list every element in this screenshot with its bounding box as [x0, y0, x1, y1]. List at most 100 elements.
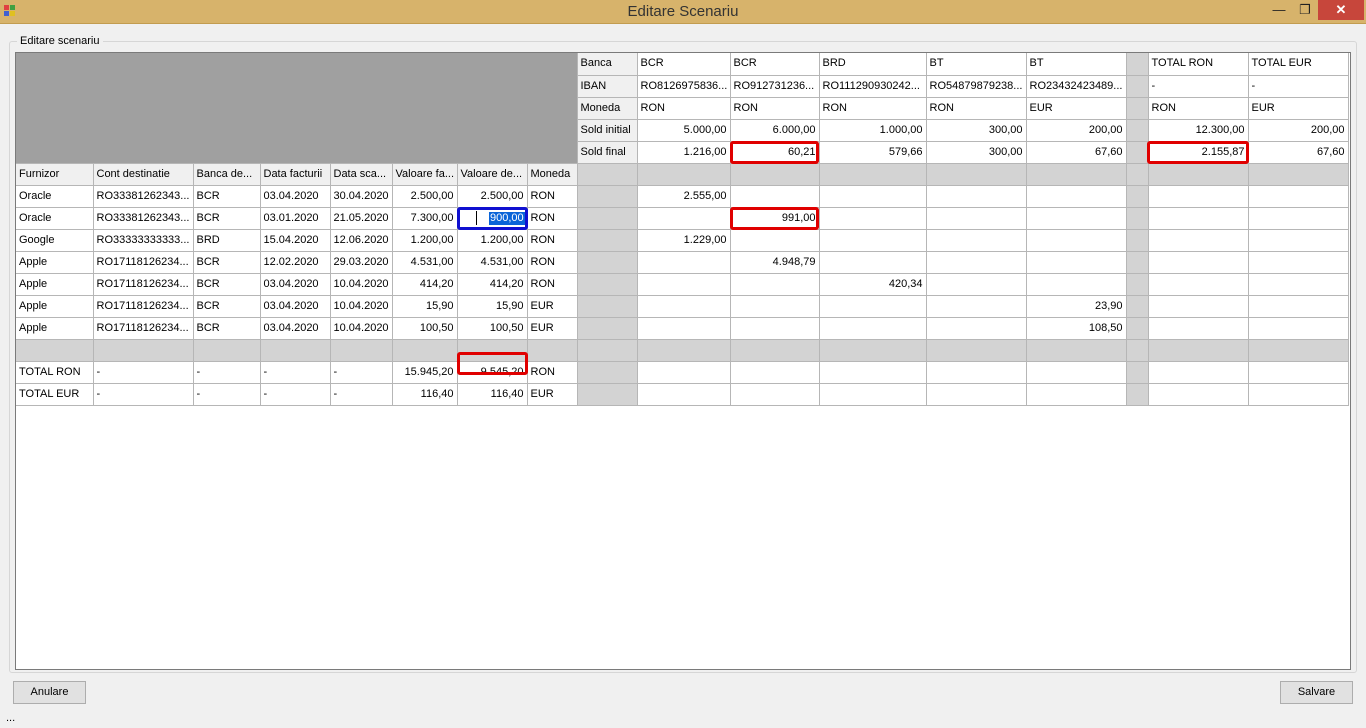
table-cell[interactable]: 2.500,00	[392, 185, 458, 208]
alloc-cell[interactable]	[926, 273, 1027, 296]
minimize-button[interactable]: —	[1266, 0, 1292, 20]
alloc-cell[interactable]: 2.555,00	[637, 185, 731, 208]
alloc-cell[interactable]	[1026, 185, 1127, 208]
alloc-cell[interactable]	[819, 383, 927, 406]
summary-cell[interactable]: -	[1248, 75, 1349, 98]
table-cell[interactable]: -	[330, 383, 393, 406]
alloc-cell[interactable]	[637, 295, 731, 318]
summary-cell[interactable]: 2.155,87	[1148, 141, 1249, 164]
alloc-cell[interactable]	[926, 207, 1027, 230]
alloc-cell[interactable]	[730, 383, 820, 406]
summary-cell[interactable]: 1.216,00	[637, 141, 731, 164]
table-cell[interactable]: -	[93, 361, 194, 384]
alloc-cell[interactable]	[819, 207, 927, 230]
table-cell[interactable]: 116,40	[392, 383, 458, 406]
alloc-cell[interactable]: 4.948,79	[730, 251, 820, 274]
table-cell[interactable]: 15,90	[392, 295, 458, 318]
column-header[interactable]: Data facturii	[260, 163, 331, 186]
alloc-cell[interactable]	[926, 361, 1027, 384]
alloc-cell[interactable]	[926, 185, 1027, 208]
alloc-cell[interactable]	[819, 251, 927, 274]
table-cell[interactable]: Apple	[16, 295, 94, 318]
summary-cell[interactable]: RO111290930242...	[819, 75, 927, 98]
summary-cell[interactable]: RON	[926, 97, 1027, 120]
alloc-cell[interactable]	[637, 317, 731, 340]
alloc-cell[interactable]	[926, 295, 1027, 318]
alloc-cell[interactable]	[730, 361, 820, 384]
table-cell[interactable]: 03.01.2020	[260, 207, 331, 230]
table-cell[interactable]: RO17118126234...	[93, 273, 194, 296]
table-cell[interactable]: EUR	[527, 383, 578, 406]
alloc-cell[interactable]	[1026, 383, 1127, 406]
summary-cell[interactable]: TOTAL RON	[1148, 53, 1249, 76]
table-cell[interactable]: RON	[527, 207, 578, 230]
alloc-cell[interactable]	[1148, 229, 1249, 252]
table-cell[interactable]: Google	[16, 229, 94, 252]
summary-cell[interactable]: 12.300,00	[1148, 119, 1249, 142]
summary-cell[interactable]: 5.000,00	[637, 119, 731, 142]
table-cell[interactable]: -	[260, 383, 331, 406]
alloc-cell[interactable]	[819, 361, 927, 384]
table-cell[interactable]: 03.04.2020	[260, 185, 331, 208]
save-button[interactable]: Salvare	[1280, 681, 1353, 704]
table-cell[interactable]: BCR	[193, 295, 261, 318]
table-cell[interactable]: 1.200,00	[392, 229, 458, 252]
alloc-cell[interactable]	[637, 361, 731, 384]
table-cell[interactable]: EUR	[527, 317, 578, 340]
table-cell[interactable]: RO33381262343...	[93, 185, 194, 208]
table-cell[interactable]: EUR	[527, 295, 578, 318]
column-header[interactable]: Moneda	[527, 163, 578, 186]
alloc-cell[interactable]	[730, 273, 820, 296]
alloc-cell[interactable]: 420,34	[819, 273, 927, 296]
table-cell[interactable]: Oracle	[16, 185, 94, 208]
table-cell[interactable]: 15,90	[457, 295, 528, 318]
column-header[interactable]: Data sca...	[330, 163, 393, 186]
table-cell[interactable]: 29.03.2020	[330, 251, 393, 274]
alloc-cell[interactable]	[819, 295, 927, 318]
summary-cell[interactable]: BT	[1026, 53, 1127, 76]
alloc-cell[interactable]	[1148, 185, 1249, 208]
table-cell[interactable]: TOTAL RON	[16, 361, 94, 384]
alloc-cell[interactable]	[1026, 361, 1127, 384]
alloc-cell[interactable]	[730, 229, 820, 252]
table-cell[interactable]: BCR	[193, 207, 261, 230]
scenario-grid[interactable]: Banca BCR BCR BRD BT BT TOTAL RON TOTAL EUR IBAN…	[15, 52, 1351, 670]
alloc-cell[interactable]	[1248, 229, 1349, 252]
summary-cell[interactable]: BCR	[730, 53, 820, 76]
alloc-cell[interactable]	[1148, 383, 1249, 406]
alloc-cell[interactable]	[1026, 251, 1127, 274]
table-cell[interactable]: Oracle	[16, 207, 94, 230]
table-cell[interactable]: BRD	[193, 229, 261, 252]
summary-cell[interactable]: 60,21	[730, 141, 820, 164]
table-cell[interactable]: 03.04.2020	[260, 317, 331, 340]
column-header[interactable]: Furnizor	[16, 163, 94, 186]
alloc-cell[interactable]	[819, 185, 927, 208]
alloc-cell[interactable]	[1248, 295, 1349, 318]
table-cell[interactable]: 7.300,00	[392, 207, 458, 230]
alloc-cell[interactable]	[637, 383, 731, 406]
maximize-button[interactable]: ❐	[1292, 0, 1318, 20]
summary-cell[interactable]: EUR	[1026, 97, 1127, 120]
summary-cell[interactable]: 579,66	[819, 141, 927, 164]
alloc-cell[interactable]	[1248, 207, 1349, 230]
alloc-cell[interactable]	[926, 251, 1027, 274]
summary-cell[interactable]: 6.000,00	[730, 119, 820, 142]
summary-cell[interactable]: RO8126975836...	[637, 75, 731, 98]
summary-cell[interactable]: 67,60	[1026, 141, 1127, 164]
table-cell[interactable]: RON	[527, 361, 578, 384]
table-cell[interactable]: 9.545,20	[457, 361, 528, 384]
table-cell[interactable]: RON	[527, 229, 578, 252]
table-cell[interactable]: RO17118126234...	[93, 295, 194, 318]
table-cell[interactable]: 2.500,00	[457, 185, 528, 208]
table-cell[interactable]: BCR	[193, 273, 261, 296]
table-cell[interactable]: 03.04.2020	[260, 273, 331, 296]
alloc-cell[interactable]	[1026, 207, 1127, 230]
alloc-cell[interactable]	[637, 273, 731, 296]
table-cell[interactable]: -	[260, 361, 331, 384]
edit-cell-value[interactable]: 900,00	[489, 212, 525, 225]
table-cell[interactable]: 100,50	[457, 317, 528, 340]
summary-cell[interactable]: RO912731236...	[730, 75, 820, 98]
table-cell[interactable]: -	[93, 383, 194, 406]
summary-cell[interactable]: 67,60	[1248, 141, 1349, 164]
table-cell[interactable]: 12.02.2020	[260, 251, 331, 274]
